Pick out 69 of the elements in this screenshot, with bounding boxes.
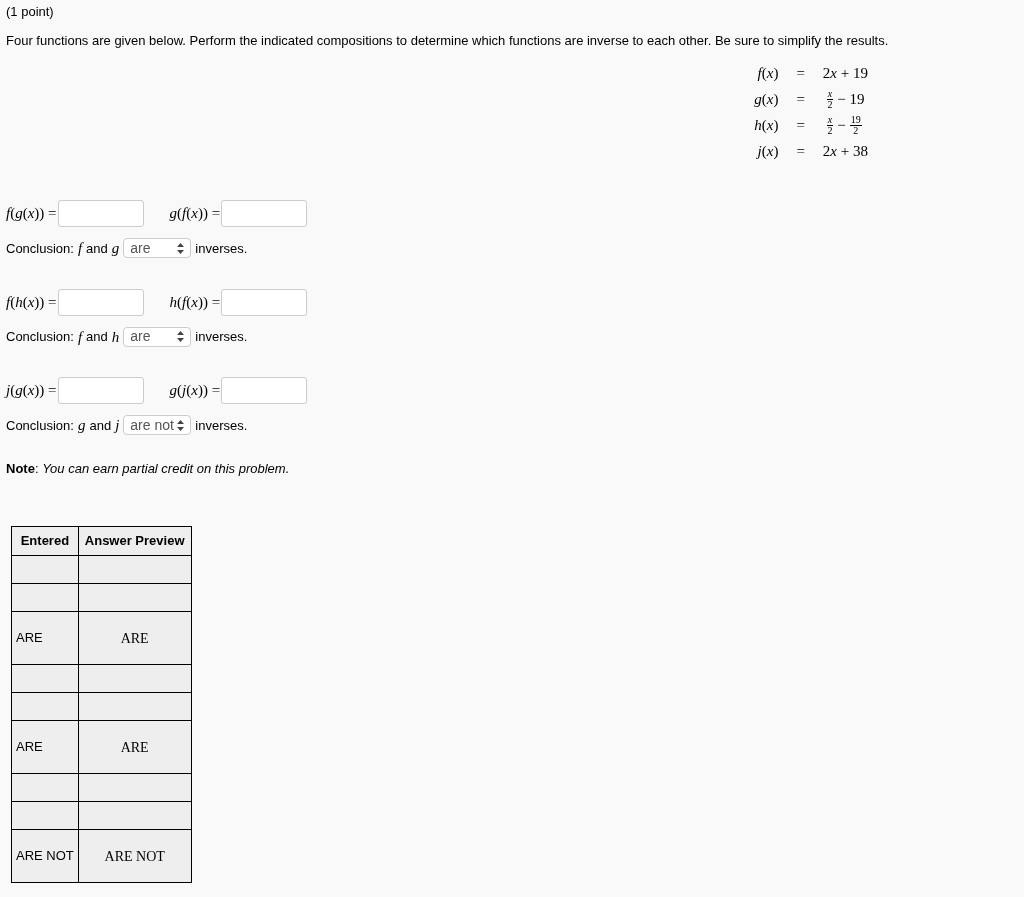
variable-name: f <box>77 327 83 347</box>
variable-name: g <box>111 239 120 258</box>
answer-dropdown[interactable]: are <box>123 326 192 347</box>
composition-label: g(f(x)) = <box>169 204 221 224</box>
and-text: and <box>86 239 108 258</box>
points-label: (1 point) <box>6 4 55 20</box>
answer-field[interactable] <box>57 377 144 404</box>
variable-name: h <box>111 327 120 347</box>
equals-sign: = <box>796 142 805 161</box>
variable-name: f <box>77 239 83 258</box>
composition-label: h(f(x)) = <box>169 292 221 312</box>
function-name: f(x) <box>756 64 779 83</box>
table-cell: ARE <box>78 720 191 774</box>
conclusion-label: Conclusion: <box>6 239 74 258</box>
fraction: x 2 <box>826 88 834 110</box>
expression-text: 2 <box>822 141 831 161</box>
table-cell: ARE NOT <box>11 829 79 883</box>
and-text: and <box>86 328 108 346</box>
table-cell <box>11 801 79 830</box>
table-cell <box>11 773 79 802</box>
dropdown-arrows-icon <box>177 242 185 254</box>
equals-sign: = <box>796 90 805 109</box>
table-cell <box>11 692 79 721</box>
inverses-text: inverses. <box>195 416 248 435</box>
variable-name: x <box>830 141 838 161</box>
expression-text: 2 <box>822 63 831 83</box>
composition-label: g(j(x)) = <box>169 381 221 401</box>
conclusion-label: Conclusion: <box>6 416 74 435</box>
answer-dropdown[interactable]: are <box>123 238 192 259</box>
variable-name: g <box>77 416 86 435</box>
table-cell: ARE <box>11 611 79 665</box>
answer-field[interactable] <box>221 288 308 316</box>
dropdown-arrows-icon <box>177 331 185 343</box>
inverses-text: inverses. <box>195 328 248 346</box>
composition-label: j(g(x)) = <box>6 381 57 401</box>
table-cell: ARE <box>11 720 79 774</box>
function-name: g(x) <box>754 90 779 109</box>
fraction: x 2 <box>826 114 834 136</box>
inverses-text: inverses. <box>195 239 248 258</box>
expression-text: − 19 <box>837 89 865 109</box>
dropdown-arrows-icon <box>177 419 185 431</box>
and-text: and <box>89 416 112 435</box>
expression-text: + 38 <box>839 141 868 161</box>
equals-sign: = <box>796 64 805 83</box>
expression-text: + 19 <box>839 63 868 83</box>
table-cell <box>11 555 79 584</box>
function-name: j(x) <box>755 142 779 161</box>
answer-field[interactable] <box>221 377 308 404</box>
conclusion-label: Conclusion: <box>6 328 74 346</box>
answer-dropdown[interactable]: are not <box>123 415 192 436</box>
table-cell: ARE NOT <box>78 829 191 883</box>
table-cell <box>11 664 79 693</box>
answer-field[interactable] <box>57 288 144 316</box>
composition-label: f(g(x)) = <box>6 204 57 224</box>
note-text: Note: You can earn partial credit on this problem. <box>6 459 291 478</box>
column-header: Entered <box>11 526 79 556</box>
table-cell <box>11 583 79 612</box>
variable-name: x <box>830 63 838 83</box>
column-header: Answer Preview <box>78 526 191 556</box>
answer-field[interactable] <box>57 200 144 227</box>
equals-sign: = <box>796 116 805 135</box>
composition-label: f(h(x)) = <box>6 292 57 312</box>
answer-field[interactable] <box>221 200 308 227</box>
fraction: 19 2 <box>849 114 862 136</box>
variable-name: j <box>115 416 120 435</box>
expression-text: − <box>837 115 846 135</box>
instructions-text: Four functions are given below. Perform the indicated compositions to determine which functions are inverse to each other. Be sure to simplify the results. <box>6 33 890 49</box>
function-name: h(x) <box>754 116 779 135</box>
table-cell: ARE <box>78 611 191 665</box>
